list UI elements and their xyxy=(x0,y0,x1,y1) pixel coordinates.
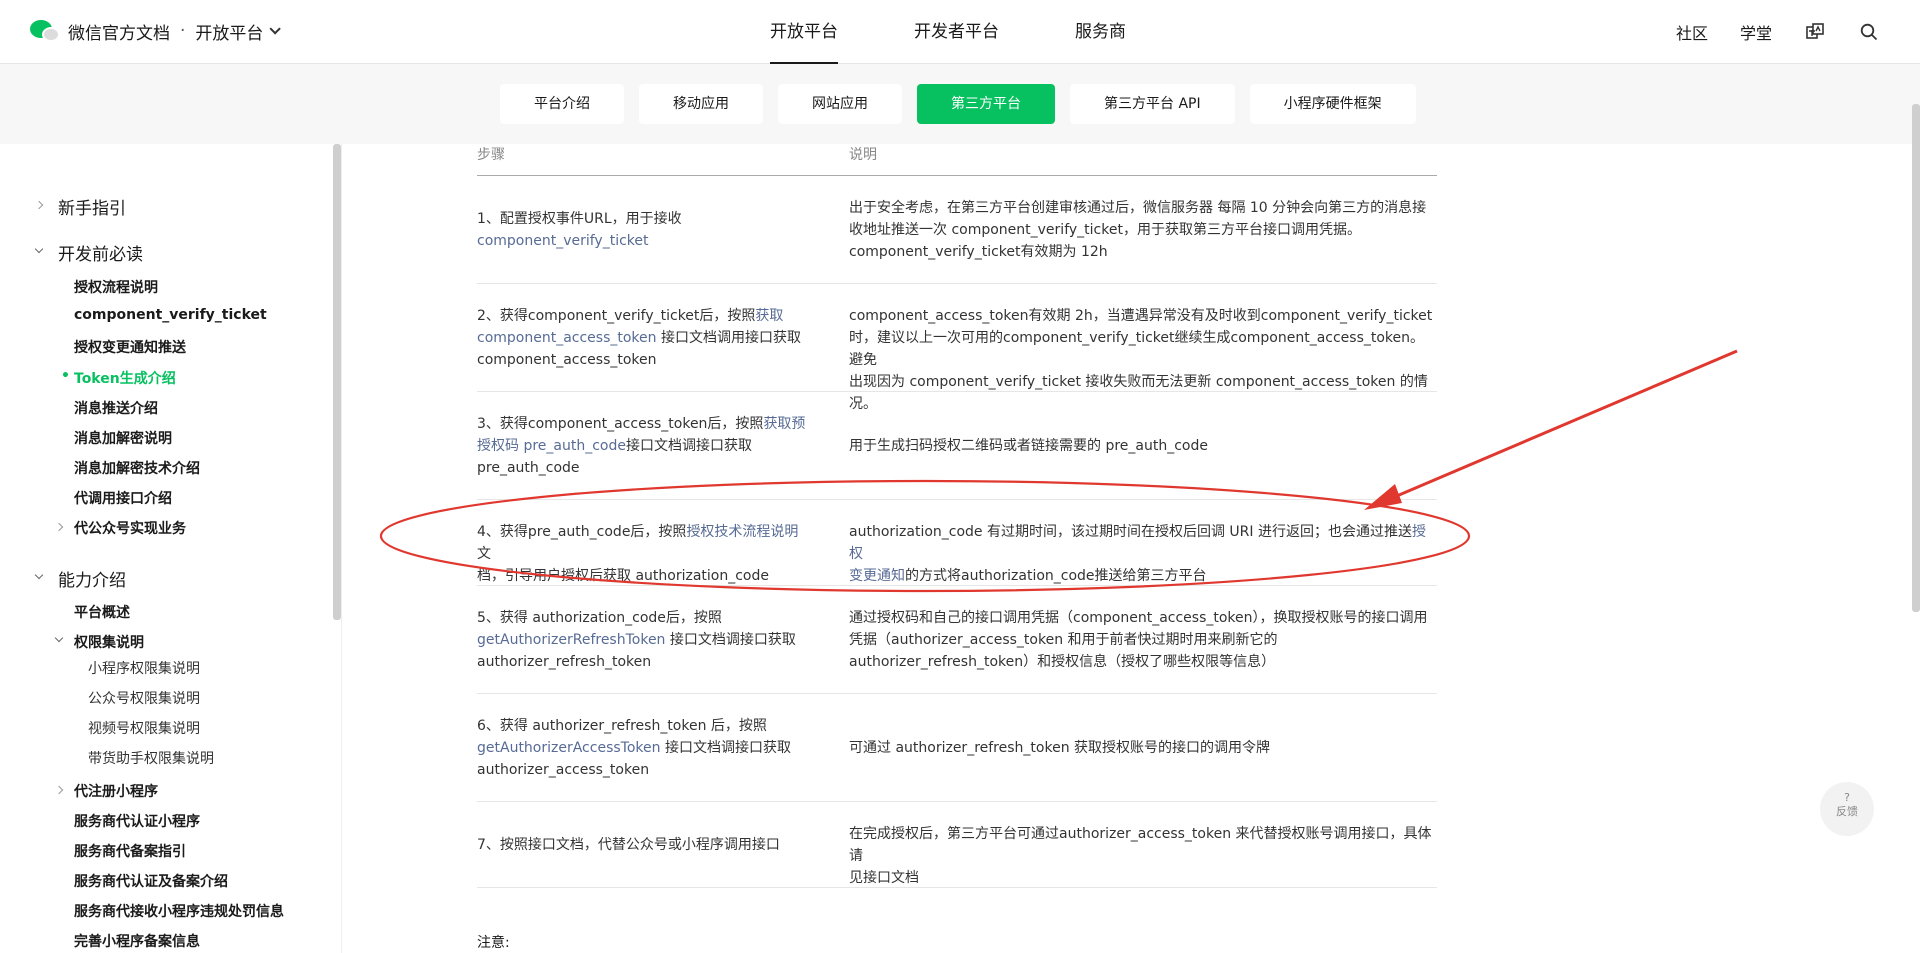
sidebar-subitem[interactable]: 带货助手权限集说明 xyxy=(88,748,214,768)
sidebar-item[interactable]: 代公众号实现业务 xyxy=(74,518,186,538)
table-row: 6、获得 authorizer_refresh_token 后，按照 getAu… xyxy=(477,694,1437,802)
platform-switcher[interactable]: 开放平台 xyxy=(195,19,263,44)
sidebar-scrollbar[interactable] xyxy=(333,144,341,620)
note-label: 注意: xyxy=(477,935,510,951)
right-nav: 社区 学堂 xyxy=(1644,0,1880,64)
chevron-right-icon xyxy=(54,522,64,532)
desc-link[interactable]: 变更通知 xyxy=(849,568,905,584)
chevron-right-icon xyxy=(54,785,64,795)
step-cell: 3、获得component_access_token后，按照获取预 授权码 pr… xyxy=(477,416,806,476)
table-row: 1、配置授权事件URL，用于接收 component_verify_ticket… xyxy=(477,176,1437,284)
step-link[interactable]: getAuthorizerRefreshToken xyxy=(477,632,665,648)
step-cell: 4、获得pre_auth_code后，按照授权技术流程说明文 档，引导用户授权后… xyxy=(477,524,799,584)
step-link[interactable]: 授权码 pre_auth_code xyxy=(477,438,626,454)
sidebar-subitem[interactable]: 公众号权限集说明 xyxy=(88,688,200,708)
sidebar-item[interactable]: 消息推送介绍 xyxy=(74,398,158,418)
table-row: 2、获得component_verify_ticket后，按照获取 compon… xyxy=(477,284,1437,412)
step-cell: 1、配置授权事件URL，用于接收 component_verify_ticket xyxy=(477,211,682,249)
table-row: 4、获得pre_auth_code后，按照授权技术流程说明文 档，引导用户授权后… xyxy=(477,500,1437,586)
desc-cell: 在完成授权后，第三方平台可通过authorizer_access_token 来… xyxy=(849,826,1432,886)
desc-cell: 可通过 authorizer_refresh_token 获取授权账号的接口的调… xyxy=(849,740,1271,756)
active-bullet-icon: • xyxy=(61,368,70,384)
step-link[interactable]: 授权技术流程说明 xyxy=(686,524,798,540)
sidebar-item[interactable]: 服务商代接收小程序违规处罚信息 xyxy=(74,901,284,921)
window-scrollbar[interactable] xyxy=(1912,104,1920,612)
step-cell: 2、获得component_verify_ticket后，按照获取 compon… xyxy=(477,308,801,368)
chevron-down-icon xyxy=(34,244,44,254)
tab-website-app[interactable]: 网站应用 xyxy=(778,84,902,124)
sidebar-item[interactable]: 服务商代认证及备案介绍 xyxy=(74,871,228,891)
nav-academy[interactable]: 学堂 xyxy=(1740,20,1772,44)
nav-community[interactable]: 社区 xyxy=(1676,20,1708,44)
desc-cell: authorization_code 有过期时间，该过期时间在授权后回调 URI… xyxy=(849,524,1426,584)
brand-separator: · xyxy=(180,21,186,41)
sidebar-item[interactable]: 服务商代认证小程序 xyxy=(74,811,200,831)
search-icon[interactable] xyxy=(1858,21,1880,43)
step-link[interactable]: component_access_token xyxy=(477,330,657,346)
chevron-down-icon xyxy=(269,23,282,35)
step-cell: 5、获得 authorization_code后，按照 getAuthorize… xyxy=(477,610,796,670)
sidebar-item[interactable]: 消息加解密技术介绍 xyxy=(74,458,200,478)
feedback-label: 反馈 xyxy=(1836,805,1858,818)
nav-service-provider[interactable]: 服务商 xyxy=(1075,0,1126,64)
sidebar-item[interactable]: 服务商代备案指引 xyxy=(74,841,186,861)
sidebar: 新手指引 开发前必读 授权流程说明 component_verify_ticke… xyxy=(0,144,342,953)
help-icon: ? xyxy=(1844,791,1850,804)
wechat-logo-icon xyxy=(30,18,60,44)
brand-title: 微信官方文档 xyxy=(68,23,170,44)
chevron-down-icon xyxy=(54,633,64,643)
tab-mini-program-hardware[interactable]: 小程序硬件框架 xyxy=(1249,84,1416,124)
sidebar-item[interactable]: component_verify_ticket xyxy=(74,307,267,323)
translate-icon[interactable] xyxy=(1804,21,1826,43)
desc-cell: 用于生成扫码授权二维码或者链接需要的 pre_auth_code xyxy=(849,438,1208,454)
step-link[interactable]: 获取 xyxy=(755,308,783,324)
tab-mobile-app[interactable]: 移动应用 xyxy=(639,84,763,124)
step-link[interactable]: getAuthorizerAccessToken xyxy=(477,740,661,756)
desc-cell: 通过授权码和自己的接口调用凭据（component_access_token），… xyxy=(849,610,1428,670)
sidebar-item-active[interactable]: Token生成介绍 xyxy=(74,368,176,388)
sidebar-section-capabilities[interactable]: 能力介绍 xyxy=(58,566,126,591)
sidebar-item[interactable]: 授权流程说明 xyxy=(74,277,158,297)
table-row: 5、获得 authorization_code后，按照 getAuthorize… xyxy=(477,586,1437,694)
brand[interactable]: 微信官方文档 · 开放平台 xyxy=(30,18,282,44)
sidebar-section-prereading[interactable]: 开发前必读 xyxy=(58,240,143,265)
tab-third-party-api[interactable]: 第三方平台 API xyxy=(1070,84,1235,124)
table-header-step: 步骤 xyxy=(477,147,505,163)
step-link[interactable]: component_verify_ticket xyxy=(477,233,649,249)
step-cell: 6、获得 authorizer_refresh_token 后，按照 getAu… xyxy=(477,718,791,778)
step-cell: 7、按照接口文档，代替公众号或小程序调用接口 xyxy=(477,837,780,853)
subtab-bar: 平台介绍 移动应用 网站应用 第三方平台 第三方平台 API 小程序硬件框架 xyxy=(0,64,1920,144)
tab-platform-intro[interactable]: 平台介绍 xyxy=(500,84,624,124)
sidebar-item[interactable]: 代注册小程序 xyxy=(74,781,158,801)
main-nav: 开放平台 开发者平台 服务商 xyxy=(770,0,1202,64)
sidebar-item[interactable]: 授权变更通知推送 xyxy=(74,337,186,357)
desc-cell: 出于安全考虑，在第三方平台创建审核通过后，微信服务器 每隔 10 分钟会向第三方… xyxy=(849,200,1427,260)
sidebar-item[interactable]: 权限集说明 xyxy=(74,632,144,652)
feedback-button[interactable]: ? 反馈 xyxy=(1820,782,1874,836)
sidebar-section-guide[interactable]: 新手指引 xyxy=(58,194,126,219)
step-link[interactable]: 获取预 xyxy=(763,416,805,432)
table-header-desc: 说明 xyxy=(849,147,877,163)
sidebar-subitem[interactable]: 视频号权限集说明 xyxy=(88,718,200,738)
chevron-right-icon xyxy=(34,200,44,210)
sidebar-subitem[interactable]: 小程序权限集说明 xyxy=(88,658,200,678)
sidebar-item[interactable]: 代调用接口介绍 xyxy=(74,488,172,508)
tab-third-party-platform[interactable]: 第三方平台 xyxy=(917,84,1055,124)
chevron-down-icon xyxy=(34,570,44,580)
table-row: 3、获得component_access_token后，按照获取预 授权码 pr… xyxy=(477,392,1437,500)
top-header: 微信官方文档 · 开放平台 开放平台 开发者平台 服务商 社区 学堂 xyxy=(0,0,1920,64)
table-row: 7、按照接口文档，代替公众号或小程序调用接口 在完成授权后，第三方平台可通过au… xyxy=(477,802,1437,888)
sidebar-item[interactable]: 完善小程序备案信息 xyxy=(74,931,200,951)
sidebar-item[interactable]: 平台概述 xyxy=(74,602,130,622)
nav-open-platform[interactable]: 开放平台 xyxy=(770,0,838,64)
sidebar-item[interactable]: 消息加解密说明 xyxy=(74,428,172,448)
nav-developer-platform[interactable]: 开发者平台 xyxy=(914,0,999,64)
